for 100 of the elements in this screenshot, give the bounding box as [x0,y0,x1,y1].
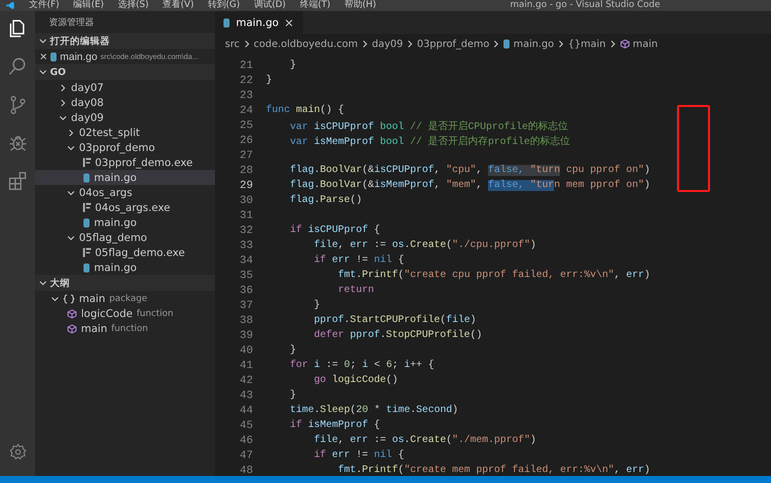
code-line: fmt.Printf("create mem pprof failed, err:%v\n", err) [337,465,650,476]
breadcrumb-item[interactable]: main.go [513,38,554,50]
folder-item[interactable]: day07 [35,80,215,95]
line-number: 39 [238,330,253,342]
chevron-right-icon [406,40,414,48]
code-line: } [289,390,296,401]
code-line: } [289,60,296,71]
chevron-down-icon [39,37,47,45]
file-item[interactable]: 03pprof_demo.exe [35,155,215,170]
breadcrumb-item[interactable]: 03pprof_demo [417,38,490,50]
binary-file-icon [83,158,91,167]
file-icon [503,39,510,49]
cube-icon [67,324,77,334]
file-item[interactable]: 04os_args.exe [35,200,215,215]
code-line: var isCPUPprof bool // 是否开启CPUprofile的标志位 [289,120,568,132]
breadcrumb-item[interactable]: src [225,38,240,50]
line-number: 46 [238,434,253,446]
file-icon [83,262,90,272]
line-number: 36 [238,284,253,296]
folder-item[interactable]: day08 [35,95,215,110]
app-logo-icon [6,1,15,10]
outline-item[interactable]: logicCode function [35,306,215,321]
code-line: if err != nil { [313,450,404,461]
file-item[interactable]: main.go [35,170,215,185]
panel-title: 资源管理器 [48,16,95,30]
file-icon [83,218,90,228]
chevron-down-icon [39,68,47,76]
code-line: flag.Parse() [289,195,362,206]
chevron-down-icon [67,144,75,152]
line-number: 35 [238,270,253,282]
line-number: 42 [238,374,253,386]
code-line: fmt.Printf("create cpu pprof failed, err:%v\n", err) [337,270,650,281]
code-line: for i := 0; i < 6; i++ { [289,360,434,371]
binary-file-icon [83,248,91,257]
chevron-right-icon [608,40,617,48]
folder-item[interactable]: day09 [35,110,215,125]
outline-item[interactable]: main package [35,291,215,306]
line-number: 43 [238,390,253,402]
breadcrumb-item[interactable]: code.oldboyedu.com [254,38,358,50]
line-number: 22 [238,74,253,86]
line-number: 26 [238,134,253,146]
line-number: 23 [238,90,253,102]
cube-icon [620,39,630,49]
binary-file-icon [83,203,91,212]
line-number: 31 [238,210,253,222]
line-number: 40 [238,344,253,356]
line-number: 30 [238,194,253,206]
code-line: return [337,285,374,296]
line-number: 24 [238,104,253,116]
close-icon[interactable] [40,53,47,60]
line-number: 38 [238,314,253,326]
close-icon[interactable] [284,18,293,26]
code-line: flag.BoolVar(&isCPUPprof, "cpu", false, "turn cpu pprof on") [289,165,650,176]
file-item[interactable]: 05flag_demo.exe [35,245,215,260]
chevron-right-icon [556,40,565,48]
file-icon [50,52,57,62]
code-line: file, err := os.Create("./cpu.pprof") [313,240,536,251]
braces-icon [63,294,75,304]
breadcrumb-item[interactable]: {}main [568,38,606,50]
code-line: file, err := os.Create("./mem.pprof") [313,435,536,446]
code-line: time.Sleep(20 * time.Second) [289,405,458,416]
line-number: 25 [238,120,253,132]
file-item[interactable]: main.go [35,215,215,230]
section-header[interactable]: 打开的编辑器 [35,33,215,49]
editor-tab[interactable]: main.go [215,11,303,34]
chevron-right-icon [242,40,251,48]
line-number: 29 [238,180,253,192]
breadcrumb-item[interactable]: main [632,38,658,50]
code-line: var isMemPprof bool // 是否开启内存profile的标志位 [289,134,570,148]
code-line: if isCPUPprof { [289,225,380,236]
line-number: 47 [238,450,253,462]
section-header[interactable]: GO [35,64,215,80]
line-number: 28 [238,164,253,176]
line-number: 34 [238,254,253,266]
line-number: 44 [238,404,253,416]
line-number: 48 [238,464,253,476]
line-number: 32 [238,224,253,236]
folder-item[interactable]: 03pprof_demo [35,140,215,155]
line-number: 21 [238,60,253,72]
code-line: defer pprof.StopCPUProfile() [313,330,482,341]
folder-item[interactable]: 04os_args [35,185,215,200]
outline-item[interactable]: main function [35,321,215,336]
code-line: if isMemPprof { [289,420,380,431]
code-line: } [289,345,296,356]
folder-item[interactable]: 05flag_demo [35,230,215,245]
file-item[interactable]: main.go [35,260,215,275]
chevron-down-icon [67,234,75,242]
chevron-right-icon [360,40,369,48]
line-number: 41 [238,360,253,372]
line-number: 27 [238,150,253,162]
code-line: } [266,75,272,86]
line-number: 45 [238,420,253,432]
section-header[interactable]: 大纲 [35,275,215,291]
code-line: pprof.StartCPUProfile(file) [313,315,476,326]
breadcrumb-item[interactable]: day09 [372,38,404,50]
code-line: func main() { [266,105,344,116]
code-line: flag.BoolVar(&isMemPprof, "mem", false, "turn mem pprof on") [289,180,650,191]
menu-item[interactable]: 转到(G) [208,0,240,11]
folder-item[interactable]: 02test_split [35,125,215,140]
chevron-right-icon [67,128,75,136]
